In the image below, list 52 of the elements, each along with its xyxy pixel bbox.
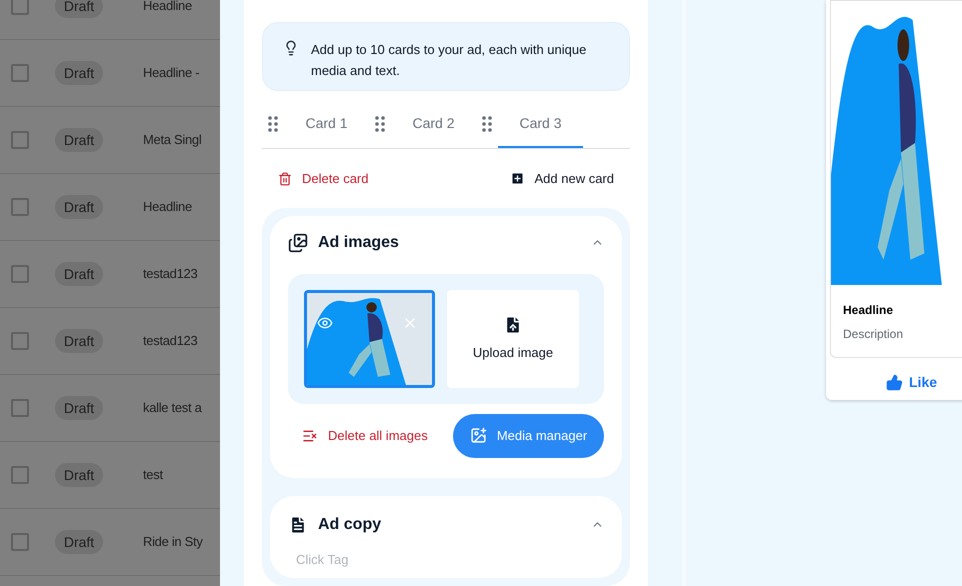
field-label: Click Tag [296, 550, 350, 569]
preview-headline: Headline [843, 302, 894, 319]
row-checkbox[interactable] [11, 0, 29, 15]
upload-image-button[interactable]: Upload image [447, 290, 579, 388]
ad-name: Meta Singl [143, 131, 202, 150]
thumbs-up-icon [886, 374, 903, 391]
status-badge: Draft [55, 61, 103, 85]
status-badge: Draft [55, 262, 103, 286]
status-badge: Draft [55, 195, 103, 219]
plus-square-icon [510, 171, 524, 186]
images-icon [288, 232, 308, 253]
trash-icon [278, 172, 292, 186]
row-checkbox[interactable] [11, 198, 29, 216]
section-title: Ad copy [318, 514, 382, 535]
row-checkbox[interactable] [11, 131, 29, 149]
status-badge: Draft [55, 329, 103, 353]
ad-name: Headline [143, 0, 192, 16]
ad-name: Ride in Sty [143, 533, 203, 552]
status-badge: Draft [55, 396, 103, 420]
status-badge: Draft [55, 530, 103, 554]
status-badge: Draft [55, 0, 103, 18]
eye-icon[interactable] [317, 314, 333, 331]
ad-name: test [143, 466, 163, 484]
ad-name: kalle test a [143, 399, 202, 418]
tip-text: Add up to 10 cards to your ad, each with unique media and text. [311, 41, 588, 80]
row-checkbox[interactable] [11, 265, 29, 283]
add-card-button[interactable]: Add new card [510, 168, 614, 188]
card-tab[interactable]: Card 2 [391, 100, 476, 148]
ad-name: Headline - [143, 64, 200, 82]
row-checkbox[interactable] [11, 332, 29, 350]
row-checkbox[interactable] [11, 399, 29, 417]
media-manager-button[interactable]: Media manager [453, 414, 604, 458]
card-tab[interactable]: Card 1 [284, 100, 369, 148]
section-title: Ad images [318, 232, 399, 253]
like-button[interactable]: Like [886, 372, 938, 393]
row-checkbox[interactable] [11, 64, 29, 82]
row-checkbox[interactable] [11, 466, 29, 484]
row-checkbox[interactable] [11, 533, 29, 551]
drag-handle-icon[interactable] [268, 116, 278, 132]
drag-handle-icon[interactable] [375, 116, 385, 132]
image-plus-icon [470, 427, 487, 444]
drag-handle-icon[interactable] [482, 116, 492, 132]
ad-name: testad123 [143, 265, 198, 284]
delete-card-button[interactable]: Delete card [278, 168, 368, 188]
card-tab[interactable]: Card 3 [498, 100, 583, 148]
clear-list-icon [302, 428, 318, 444]
delete-all-images-button[interactable]: Delete all images [302, 426, 428, 446]
ad-name: testad123 [143, 332, 198, 350]
status-badge: Draft [55, 463, 103, 487]
status-badge: Draft [55, 128, 103, 152]
preview-description: Description [843, 326, 904, 343]
ad-name: Headline [143, 198, 192, 216]
